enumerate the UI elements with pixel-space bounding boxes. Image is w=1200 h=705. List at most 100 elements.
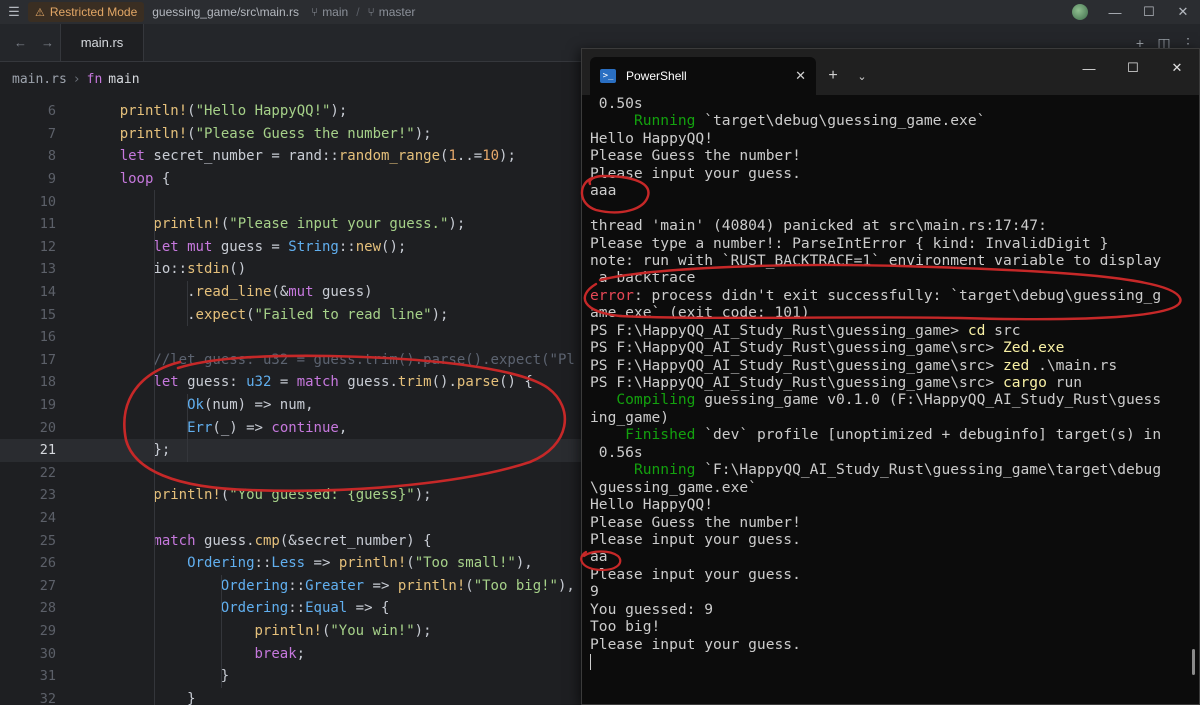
warning-icon: ⚠ — [35, 6, 45, 19]
tab-label: main.rs — [80, 35, 124, 50]
terminal-line: You guessed: 9 — [590, 600, 714, 618]
indent-guide — [221, 574, 223, 688]
terminal-line: PS F:\HappyQQ_AI_Study_Rust\guessing_gam… — [590, 356, 1118, 374]
code-line[interactable]: 16 — [0, 326, 600, 349]
code-line[interactable]: 20 Err(_) => continue, — [0, 416, 600, 439]
breadcrumb-keyword[interactable]: fn — [87, 72, 103, 87]
terminal-cursor-line[interactable] — [590, 653, 1188, 670]
terminal-line: 9 — [590, 583, 599, 601]
code-text: println!("Hello HappyQQ!"); — [119, 103, 348, 120]
code-line[interactable]: 23 println!("You guessed: {guess}"); — [0, 484, 600, 507]
code-line[interactable]: 28 Ordering::Equal => { — [0, 597, 600, 620]
terminal-line: Please type a number!: ParseIntError { k… — [590, 234, 1109, 252]
breadcrumb-file[interactable]: main.rs — [12, 72, 67, 87]
code-line[interactable]: 9 loop { — [0, 168, 600, 191]
code-text: }; — [153, 442, 171, 459]
code-text: let guess: u32 = match guess.trim().pars… — [153, 374, 533, 391]
text-cursor — [590, 654, 591, 670]
terminal-line: Finished `dev` profile [unoptimized + de… — [625, 426, 1162, 444]
terminal-line: Please input your guess. — [590, 164, 801, 182]
minimize-icon[interactable]: — — [1098, 5, 1132, 20]
code-line[interactable]: 17 //let guess: u32 = guess.trim().parse(… — [0, 349, 600, 372]
indent-guide — [187, 280, 189, 326]
terminal-line: Please input your guess. — [590, 565, 801, 583]
terminal-output[interactable]: 0.50s Running `target\debug\guessing_gam… — [582, 95, 1188, 705]
code-line[interactable]: 6 println!("Hello HappyQQ!"); — [0, 100, 600, 123]
chevron-down-icon[interactable]: ⌄ — [850, 57, 874, 95]
terminal-tab[interactable]: >_ PowerShell ✕ — [590, 57, 816, 95]
terminal-line: note: run with `RUST_BACKTRACE=1` enviro… — [590, 251, 1162, 269]
tab-close-icon[interactable]: ✕ — [795, 68, 806, 84]
code-line[interactable]: 21}; — [0, 439, 600, 462]
line-number: 14 — [39, 284, 56, 301]
code-line[interactable]: 7 println!("Please Guess the number!"); — [0, 123, 600, 146]
code-line[interactable]: 26 Ordering::Less => println!("Too small!… — [0, 552, 600, 575]
maximize-icon[interactable]: ☐ — [1132, 4, 1166, 20]
git-commit-icon: ⑂ — [367, 5, 375, 19]
code-line[interactable]: 11 println!("Please input your guess."); — [0, 213, 600, 236]
terminal-line: Running `target\debug\guessing_game.exe` — [633, 112, 986, 130]
code-line[interactable]: 24 — [0, 507, 600, 530]
line-number: 23 — [39, 487, 56, 504]
branch-selector[interactable]: ⑂ main — [311, 5, 348, 19]
code-text: Ordering::Equal => { — [220, 600, 390, 617]
git-branch-icon: ⑂ — [310, 5, 319, 19]
line-number: 26 — [39, 555, 56, 572]
code-line[interactable]: 10 — [0, 190, 600, 213]
powershell-icon: >_ — [600, 69, 616, 83]
terminal-scrollbar[interactable] — [1192, 649, 1195, 675]
terminal-line: ame.exe` (exit code: 101) — [590, 304, 810, 322]
terminal-line: error: process didn't exit successfully:… — [590, 286, 1162, 304]
line-number: 8 — [47, 148, 56, 165]
code-line[interactable]: 27 Ordering::Greater => println!("Too big… — [0, 575, 600, 598]
code-line[interactable]: 14 .read_line(&mut guess) — [0, 281, 600, 304]
new-tab-plus-icon[interactable]: + — [816, 57, 850, 95]
code-text: let secret_number = rand::random_range(1… — [119, 148, 516, 165]
code-line[interactable]: 8 let secret_number = rand::random_range(… — [0, 145, 600, 168]
avatar[interactable] — [1072, 4, 1088, 20]
terminal-line: Too big! — [590, 618, 661, 636]
code-text: println!("Please Guess the number!"); — [119, 125, 432, 142]
code-line[interactable]: 25 match guess.cmp(&secret_number) { — [0, 529, 600, 552]
code-line[interactable]: 31} — [0, 665, 600, 688]
restricted-mode-badge[interactable]: ⚠ Restricted Mode — [28, 2, 145, 22]
line-number: 25 — [39, 532, 56, 549]
terminal-maximize-icon[interactable]: ☐ — [1111, 49, 1155, 87]
code-line[interactable]: 19 Ok(num) => num, — [0, 394, 600, 417]
line-number: 15 — [39, 306, 56, 323]
terminal-close-icon[interactable]: ✕ — [1155, 49, 1199, 87]
breadcrumb-symbol[interactable]: main — [108, 72, 139, 87]
forward-arrow-icon[interactable]: → — [41, 35, 54, 50]
indent-guide — [187, 393, 189, 462]
terminal-line: aaa — [590, 182, 617, 200]
terminal-minimize-icon[interactable]: — — [1067, 49, 1111, 87]
terminal-line: thread 'main' (40804) panicked at src\ma… — [590, 217, 1047, 235]
code-line[interactable]: 30 break; — [0, 642, 600, 665]
code-line[interactable]: 18 let guess: u32 = match guess.trim().pa… — [0, 371, 600, 394]
code-line[interactable]: 15 .expect("Failed to read line"); — [0, 303, 600, 326]
git-branch-selector[interactable]: ⑂ master — [368, 5, 416, 19]
indent-guide — [153, 190, 155, 705]
project-path[interactable]: guessing_game/src\main.rs — [152, 5, 299, 19]
code-text: Ok(num) => num, — [187, 397, 314, 414]
git-branch-label: master — [378, 5, 416, 19]
terminal-line: Hello HappyQQ! — [590, 496, 714, 514]
code-editor[interactable]: 6 println!("Hello HappyQQ!"); 7 println!("P… — [0, 100, 600, 705]
code-text: let mut guess = String::new(); — [153, 238, 407, 255]
hamburger-menu-icon[interactable]: ☰ — [0, 4, 28, 20]
code-text: Err(_) => continue, — [187, 419, 348, 436]
code-line[interactable]: 29 println!("You win!"); — [0, 620, 600, 643]
tab-main-rs[interactable]: main.rs — [60, 24, 144, 61]
code-text: Ordering::Greater => println!("Too big!"… — [220, 577, 575, 594]
code-line[interactable]: 32} — [0, 688, 600, 705]
code-line[interactable]: 22 — [0, 462, 600, 485]
back-arrow-icon[interactable]: ← — [14, 35, 27, 50]
code-line[interactable]: 13 io::stdin() — [0, 258, 600, 281]
window-controls: — ☐ ✕ — [1072, 0, 1200, 24]
line-number: 31 — [39, 668, 56, 685]
code-line[interactable]: 12 let mut guess = String::new(); — [0, 236, 600, 259]
terminal-line: Please Guess the number! — [590, 147, 801, 165]
close-icon[interactable]: ✕ — [1166, 4, 1200, 20]
terminal-line: PS F:\HappyQQ_AI_Study_Rust\guessing_gam… — [590, 321, 1021, 339]
